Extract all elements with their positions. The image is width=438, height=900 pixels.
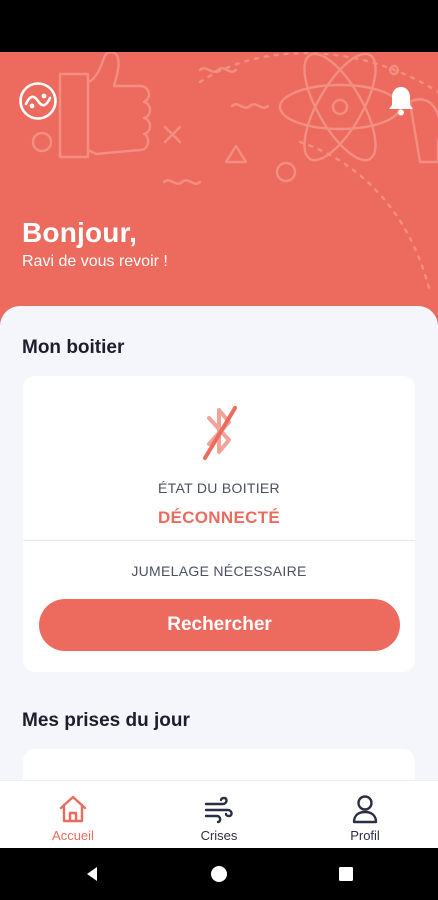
- device-section-title: Mon boitier: [22, 337, 125, 358]
- app-logo-button[interactable]: [18, 81, 58, 121]
- wind-icon: [204, 796, 233, 824]
- home-circle-icon[interactable]: [210, 865, 228, 883]
- nav-item-crises[interactable]: Crises: [146, 781, 292, 849]
- recents-icon[interactable]: [337, 865, 355, 883]
- app-logo-icon: [19, 82, 57, 120]
- device-card: ÉTAT DU BOITIER DÉCONNECTÉ JUMELAGE NÉCE…: [23, 376, 415, 672]
- status-bar: [0, 0, 438, 52]
- nav-item-profile[interactable]: Profil: [292, 781, 438, 849]
- bluetooth-disabled-icon: [203, 406, 237, 460]
- nav-label-crises: Crises: [200, 828, 238, 843]
- greeting-subtitle: Ravi de vous revoir !: [22, 253, 168, 270]
- intakes-card[interactable]: [23, 749, 415, 780]
- back-icon[interactable]: [83, 865, 101, 883]
- home-icon: [59, 795, 87, 823]
- nav-label-home: Accueil: [52, 828, 94, 843]
- bottom-navigation: Accueil Crises Profil: [0, 780, 438, 848]
- greeting-title: Bonjour,: [22, 217, 138, 248]
- card-divider: [23, 540, 415, 541]
- nav-label-profile: Profil: [350, 828, 380, 843]
- device-state-value: DÉCONNECTÉ: [157, 508, 280, 527]
- intakes-section-title: Mes prises du jour: [22, 710, 190, 731]
- user-icon: [352, 795, 378, 824]
- system-navigation-bar: [0, 848, 438, 900]
- pairing-required-text: JUMELAGE NÉCESSAIRE: [131, 563, 307, 579]
- bell-icon: [389, 87, 413, 116]
- nav-item-home[interactable]: Accueil: [0, 781, 146, 849]
- search-button[interactable]: Rechercher: [39, 599, 400, 651]
- device-state-label: ÉTAT DU BOITIER: [158, 480, 280, 496]
- main-content[interactable]: Mon boitier ÉTAT DU BOITIER DÉCONNECTÉ J…: [0, 306, 438, 780]
- notifications-button[interactable]: [386, 84, 416, 118]
